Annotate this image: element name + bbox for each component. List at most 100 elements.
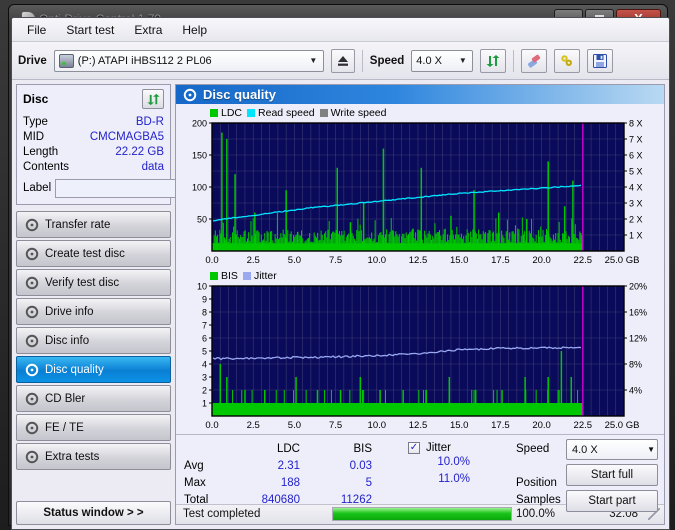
sidebar-item-cd-bler[interactable]: CD Bler xyxy=(16,385,171,412)
sidebar-item-create-test-disc[interactable]: Create test disc xyxy=(16,240,171,267)
svg-text:12%: 12% xyxy=(629,334,647,344)
fe-te-icon xyxy=(25,421,39,434)
stats-avg-ldc: 2.31 xyxy=(277,459,300,472)
speed-label: Speed xyxy=(369,54,405,67)
refresh-icon xyxy=(146,93,160,105)
menu-extra[interactable]: Extra xyxy=(125,20,171,40)
start-part-button[interactable]: Start part xyxy=(566,490,658,513)
chevron-down-icon: ▼ xyxy=(458,56,467,65)
svg-text:4: 4 xyxy=(202,360,207,370)
svg-text:25.0 GB: 25.0 GB xyxy=(605,255,640,266)
speed-select-value: 4.0 X xyxy=(416,54,442,67)
svg-text:8 X: 8 X xyxy=(629,119,643,129)
disc-quality-icon xyxy=(183,88,197,101)
menu-start-test[interactable]: Start test xyxy=(57,20,123,40)
stats-header-row: LDC BIS xyxy=(184,440,372,457)
disc-mid-label: MID xyxy=(23,131,45,143)
svg-text:2.5: 2.5 xyxy=(247,420,260,431)
svg-text:6: 6 xyxy=(202,334,207,344)
sidebar-item-verify-test-disc[interactable]: Verify test disc xyxy=(16,269,171,296)
menu-file[interactable]: File xyxy=(18,20,55,40)
eject-button[interactable] xyxy=(330,48,355,73)
sidebar-item-disc-info[interactable]: Disc info xyxy=(16,327,171,354)
status-text: Test completed xyxy=(183,508,261,521)
stats-row-max: Max 188 5 xyxy=(184,474,372,491)
refresh-button[interactable] xyxy=(480,48,507,73)
cd-bler-icon xyxy=(25,392,39,405)
legend-swatch-read-speed xyxy=(247,108,256,117)
sidebar-item-transfer-rate[interactable]: Transfer rate xyxy=(16,211,171,238)
sidebar-item-extra-tests[interactable]: Extra tests xyxy=(16,443,171,470)
jitter-box: ✓ Jitter 10.0% 11.0% xyxy=(408,439,470,490)
svg-text:8%: 8% xyxy=(629,360,642,370)
legend-write-speed: Write speed xyxy=(319,106,387,119)
legend-label-write-speed: Write speed xyxy=(330,106,387,119)
legend-swatch-ldc xyxy=(210,108,218,117)
drive-select-value: (P:) ATAPI iHBS112 2 PL06 xyxy=(77,54,212,67)
legend-swatch-jitter xyxy=(242,271,251,280)
save-icon xyxy=(593,53,608,68)
sidebar-label: Drive info xyxy=(45,305,94,318)
chart-bis-jitter[interactable]: 1 2 3 4 5 6 7 8 9 10 4% 8% 12% 16% 20% 0.0 2.5 5.0 7.5 10.0… xyxy=(178,282,662,434)
menu-help[interactable]: Help xyxy=(173,20,216,40)
tools-button[interactable] xyxy=(554,48,581,73)
legend-swatch-write-speed xyxy=(319,108,328,117)
svg-text:25.0 GB: 25.0 GB xyxy=(605,420,640,431)
legend-jitter: Jitter xyxy=(242,270,277,282)
main-window: File Start test Extra Help Drive (P:) AT… xyxy=(11,17,670,530)
sidebar-item-disc-quality[interactable]: Disc quality xyxy=(16,356,171,383)
action-buttons: 4.0 X ▼ Start full Start part xyxy=(566,439,658,513)
speed-select[interactable]: 4.0 X ▼ xyxy=(411,49,474,72)
svg-text:4%: 4% xyxy=(629,386,642,396)
disc-label-label: Label xyxy=(23,182,52,194)
status-window-button[interactable]: Status window > > xyxy=(16,501,171,525)
sidebar-item-drive-info[interactable]: Drive info xyxy=(16,298,171,325)
start-full-button[interactable]: Start full xyxy=(566,464,658,487)
toolbar-separator-1 xyxy=(361,49,363,72)
disc-refresh-button[interactable] xyxy=(142,89,164,109)
svg-text:1: 1 xyxy=(202,399,207,409)
drive-icon xyxy=(58,53,74,68)
legend-label-read-speed: Read speed xyxy=(258,106,315,119)
svg-text:10: 10 xyxy=(197,282,207,292)
sidebar-item-fe-te[interactable]: FE / TE xyxy=(16,414,171,441)
stats-grid: LDC BIS Avg 2.31 0.03 Max 188 5 Total 84… xyxy=(184,440,372,508)
test-speed-select[interactable]: 4.0 X ▼ xyxy=(566,439,658,461)
stats-label-avg: Avg xyxy=(184,459,204,472)
disc-info-icon xyxy=(25,334,39,347)
svg-text:150: 150 xyxy=(192,151,207,161)
svg-text:20.0: 20.0 xyxy=(532,420,551,431)
svg-text:7.5: 7.5 xyxy=(329,255,342,266)
disc-mid-value: CMCMAGBA5 xyxy=(89,131,164,143)
svg-text:20%: 20% xyxy=(629,282,647,292)
svg-text:15.0: 15.0 xyxy=(450,420,469,431)
svg-text:0.0: 0.0 xyxy=(205,420,218,431)
charts-container: LDC Read speed Write speed 50 100 150 200 1 … xyxy=(176,104,664,434)
disc-info-title: Disc xyxy=(23,92,49,106)
jitter-checkbox[interactable]: ✓ xyxy=(408,441,420,454)
sidebar-label: Transfer rate xyxy=(45,218,111,231)
save-button[interactable] xyxy=(587,48,614,73)
sidebar-label: Disc quality xyxy=(45,363,104,376)
svg-text:4 X: 4 X xyxy=(629,183,643,193)
legend-read-speed: Read speed xyxy=(247,107,315,119)
chart2-svg: 1 2 3 4 5 6 7 8 9 10 4% 8% 12% 16% 20% 0.0 2.5 5.0 7.5 10.0… xyxy=(197,282,647,431)
chart2-legend: BIS Jitter xyxy=(178,269,662,282)
stats-panel: LDC BIS Avg 2.31 0.03 Max 188 5 Total 84… xyxy=(176,434,664,513)
menu-bar: File Start test Extra Help xyxy=(12,18,669,42)
tools-icon xyxy=(561,54,573,66)
legend-bis: BIS xyxy=(210,270,238,282)
jitter-max-value: 11.0% xyxy=(438,473,470,486)
disc-info-header: Disc xyxy=(23,89,164,109)
toolbar: Drive (P:) ATAPI iHBS112 2 PL06 ▼ Speed … xyxy=(12,42,669,80)
stats-row-total: Total 840680 11262 xyxy=(184,491,372,508)
erase-button[interactable] xyxy=(521,48,548,73)
disc-row-contents: Contents data xyxy=(23,160,164,175)
disc-type-label: Type xyxy=(23,116,48,128)
svg-text:20.0: 20.0 xyxy=(532,255,551,266)
svg-text:3 X: 3 X xyxy=(629,199,643,209)
drive-select[interactable]: (P:) ATAPI iHBS112 2 PL06 ▼ xyxy=(53,49,324,72)
chart-ldc-readspeed[interactable]: 50 100 150 200 1 X 2 X 3 X 4 X 5 X 6 X 7 X 8 X 0.0 2.… xyxy=(178,119,662,269)
progress-bar-fill xyxy=(333,508,511,521)
disc-label-row: Label xyxy=(23,178,260,198)
